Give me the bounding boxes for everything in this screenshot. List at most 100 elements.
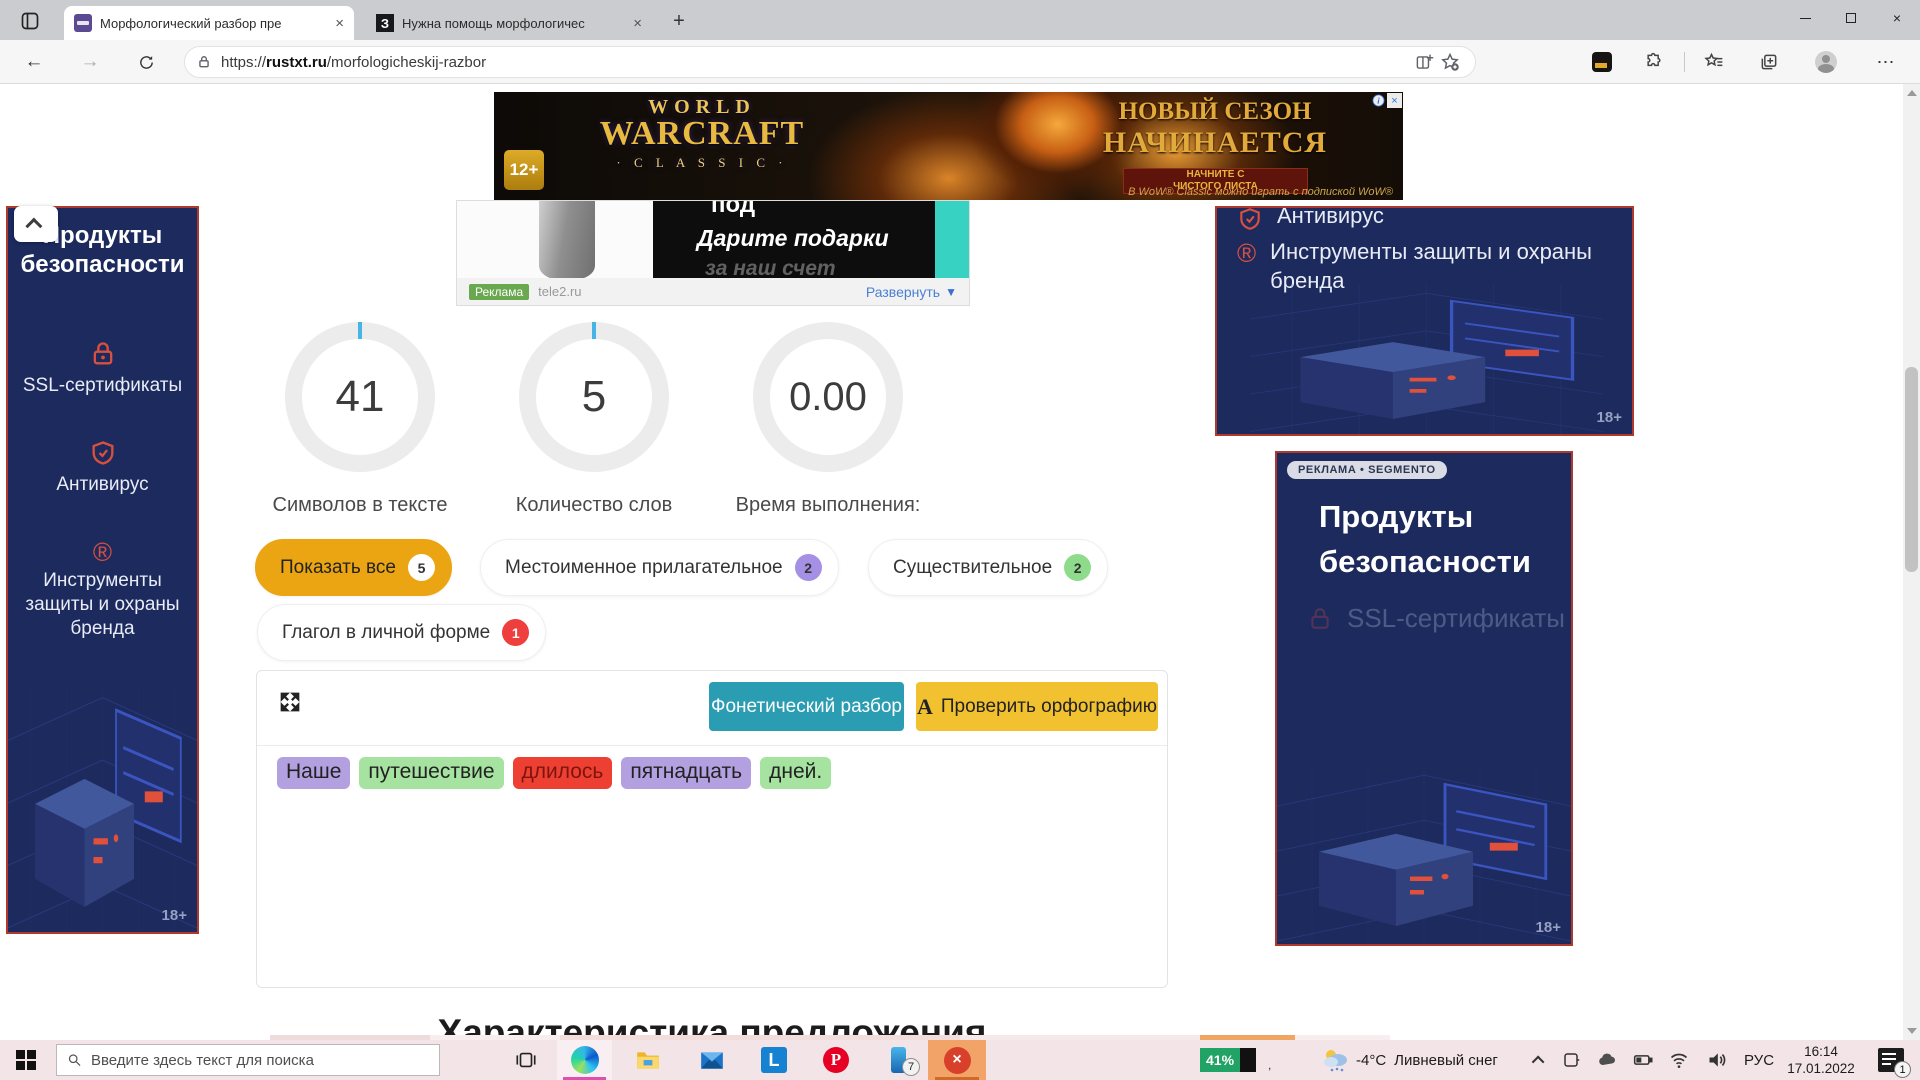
phonetic-analysis-button[interactable]: Фонетический разбор <box>709 682 904 731</box>
filter-pronominal-adjective[interactable]: Местоименное прилагательное 2 <box>480 539 839 596</box>
language-indicator[interactable]: РУС <box>1744 1052 1774 1069</box>
ad-label-badge: Реклама <box>469 284 529 300</box>
taskbar-explorer-app[interactable] <box>634 1046 662 1074</box>
right-bottom-ad[interactable]: РЕКЛАМА • SEGMENTO Продукты безопасности… <box>1275 451 1573 946</box>
taskbar-search[interactable] <box>56 1044 440 1076</box>
scroll-down-arrow[interactable] <box>1907 1028 1917 1034</box>
parsed-words: Наше путешествие длилось пятнадцать дней… <box>277 757 831 789</box>
battery-percent-widget[interactable]: 41% <box>1200 1048 1256 1072</box>
word-token[interactable]: путешествие <box>359 757 503 789</box>
page-scrollbar[interactable] <box>1903 84 1920 1040</box>
word-token[interactable]: длилось <box>513 757 613 789</box>
profile-button[interactable] <box>1812 49 1840 75</box>
close-window-button[interactable]: × <box>1874 0 1920 36</box>
notification-lines <box>1882 1053 1896 1055</box>
left-sidebar-ad[interactable]: Продукты безопасности SSL-сертификаты Ан… <box>6 206 199 934</box>
task-view-button[interactable] <box>512 1046 540 1074</box>
back-button[interactable]: ← <box>20 49 48 75</box>
weather-temp: -4°C <box>1356 1052 1386 1069</box>
puzzle-icon <box>1644 52 1664 72</box>
tab-help-morphology[interactable]: З Нужна помощь морфологичес × <box>366 8 652 38</box>
clock-widget[interactable]: 16:14 17.01.2022 <box>1778 1044 1864 1078</box>
fullscreen-icon[interactable] <box>279 691 301 713</box>
tray-expand-button[interactable] <box>1528 1051 1550 1069</box>
extensions-button[interactable] <box>1640 49 1668 75</box>
collections-button[interactable] <box>1755 49 1783 75</box>
scroll-up-arrow[interactable] <box>1907 90 1917 96</box>
stat-label: Время выполнения: <box>736 494 921 517</box>
chevron-up-icon <box>25 218 42 235</box>
tray-wifi-button[interactable] <box>1668 1051 1690 1069</box>
red-x-icon: × <box>944 1047 971 1074</box>
wow-banner-ad[interactable]: 12+ WORLD WARCRAFT · C L A S S I C · НОВ… <box>494 92 1403 200</box>
address-bar[interactable]: https://rustxt.ru/morfologicheskij-razbo… <box>184 46 1476 78</box>
count-badge: 1 <box>502 619 529 646</box>
taskbar-pinterest-app[interactable]: P <box>822 1046 850 1074</box>
browser-tab-bar: Морфологический разбор пре × З Нужна пом… <box>0 0 1920 40</box>
split-screen-button[interactable] <box>1411 49 1437 75</box>
count-badge: 5 <box>408 554 435 581</box>
stat-circle-words: 5 <box>519 322 669 472</box>
avatar <box>1815 51 1837 73</box>
toolbar-separator <box>1684 52 1685 72</box>
weather-snow-icon <box>1322 1047 1348 1073</box>
ad-info-icon[interactable]: i <box>1373 95 1385 107</box>
add-favorite-button[interactable] <box>1437 49 1463 75</box>
taskbar-phone-app[interactable]: 7 <box>884 1046 912 1074</box>
extension-shortcut-button[interactable] <box>1588 49 1616 75</box>
tray-onedrive-button[interactable] <box>1596 1051 1618 1069</box>
new-tab-button[interactable]: + <box>664 8 694 34</box>
video-ad-frame[interactable]: под Дарите подарки за наш счет <box>457 201 969 280</box>
notification-center-button[interactable]: 1 <box>1878 1048 1904 1072</box>
tray-device-button[interactable] <box>1560 1051 1582 1069</box>
mail-icon <box>699 1047 725 1073</box>
forward-button: → <box>76 49 104 75</box>
lock-icon <box>1307 606 1333 632</box>
clock-date: 17.01.2022 <box>1778 1061 1864 1078</box>
word-token[interactable]: Наше <box>277 757 350 789</box>
word-token[interactable]: дней. <box>760 757 831 789</box>
analysis-card: Фонетический разбор А Проверить орфограф… <box>256 670 1168 988</box>
expand-ad-button[interactable]: Развернуть▼ <box>866 284 957 300</box>
taskbar-l-app[interactable]: L <box>760 1046 788 1074</box>
stat-circle-symbols: 41 <box>285 322 435 472</box>
scrollbar-thumb[interactable] <box>1905 367 1918 572</box>
tab-close-icon[interactable]: × <box>335 15 344 32</box>
settings-menu-button[interactable]: ⋯ <box>1872 49 1900 75</box>
ad-item-antivirus: Антивирус <box>8 439 197 497</box>
tab-close-icon[interactable]: × <box>633 15 642 32</box>
refresh-button[interactable] <box>132 49 160 75</box>
video-ad-arm-image <box>539 201 595 280</box>
spellcheck-button[interactable]: А Проверить орфографию <box>916 682 1158 731</box>
tray-battery-button[interactable] <box>1632 1051 1654 1069</box>
ad-item-brand-protection: ® Инструменты защиты и охраны бренда <box>8 539 197 640</box>
filter-verb-personal-form[interactable]: Глагол в личной форме 1 <box>257 604 546 661</box>
window-controls: × <box>1782 0 1920 36</box>
taskbar-active-app[interactable]: × <box>928 1040 986 1080</box>
url-text: https://rustxt.ru/morfologicheskij-razbo… <box>221 54 1411 71</box>
word-token[interactable]: пятнадцать <box>621 757 751 789</box>
filter-show-all[interactable]: Показать все 5 <box>255 539 452 596</box>
znaniya-favicon: З <box>376 14 394 32</box>
scroll-to-top-button[interactable] <box>14 206 58 242</box>
tab-morphological-analysis[interactable]: Морфологический разбор пре × <box>64 6 354 40</box>
weather-widget[interactable]: -4°C Ливневый снег <box>1322 1047 1498 1073</box>
filter-noun[interactable]: Существительное 2 <box>868 539 1108 596</box>
taskbar-mail-app[interactable] <box>698 1046 726 1074</box>
video-ad-accent <box>935 201 969 280</box>
server-illustration <box>8 682 197 932</box>
stat-label: Количество слов <box>516 494 673 517</box>
favorites-button[interactable] <box>1700 49 1728 75</box>
minimize-button[interactable] <box>1782 0 1828 36</box>
notification-count-badge: 1 <box>1894 1061 1911 1078</box>
taskbar-edge-app[interactable] <box>557 1040 612 1080</box>
ad-close-icon[interactable]: × <box>1387 93 1402 108</box>
tab-actions-menu-button[interactable] <box>14 7 46 34</box>
search-input[interactable] <box>91 1052 429 1069</box>
browser-toolbar: ← → https://rustxt.ru/morfologicheskij-r… <box>0 40 1920 84</box>
right-top-ad[interactable]: Антивирус ® Инструменты защиты и охраны … <box>1215 206 1634 436</box>
tray-volume-button[interactable] <box>1706 1051 1728 1069</box>
start-button[interactable] <box>16 1050 36 1070</box>
maximize-button[interactable] <box>1828 0 1874 36</box>
task-view-icon <box>515 1049 537 1071</box>
